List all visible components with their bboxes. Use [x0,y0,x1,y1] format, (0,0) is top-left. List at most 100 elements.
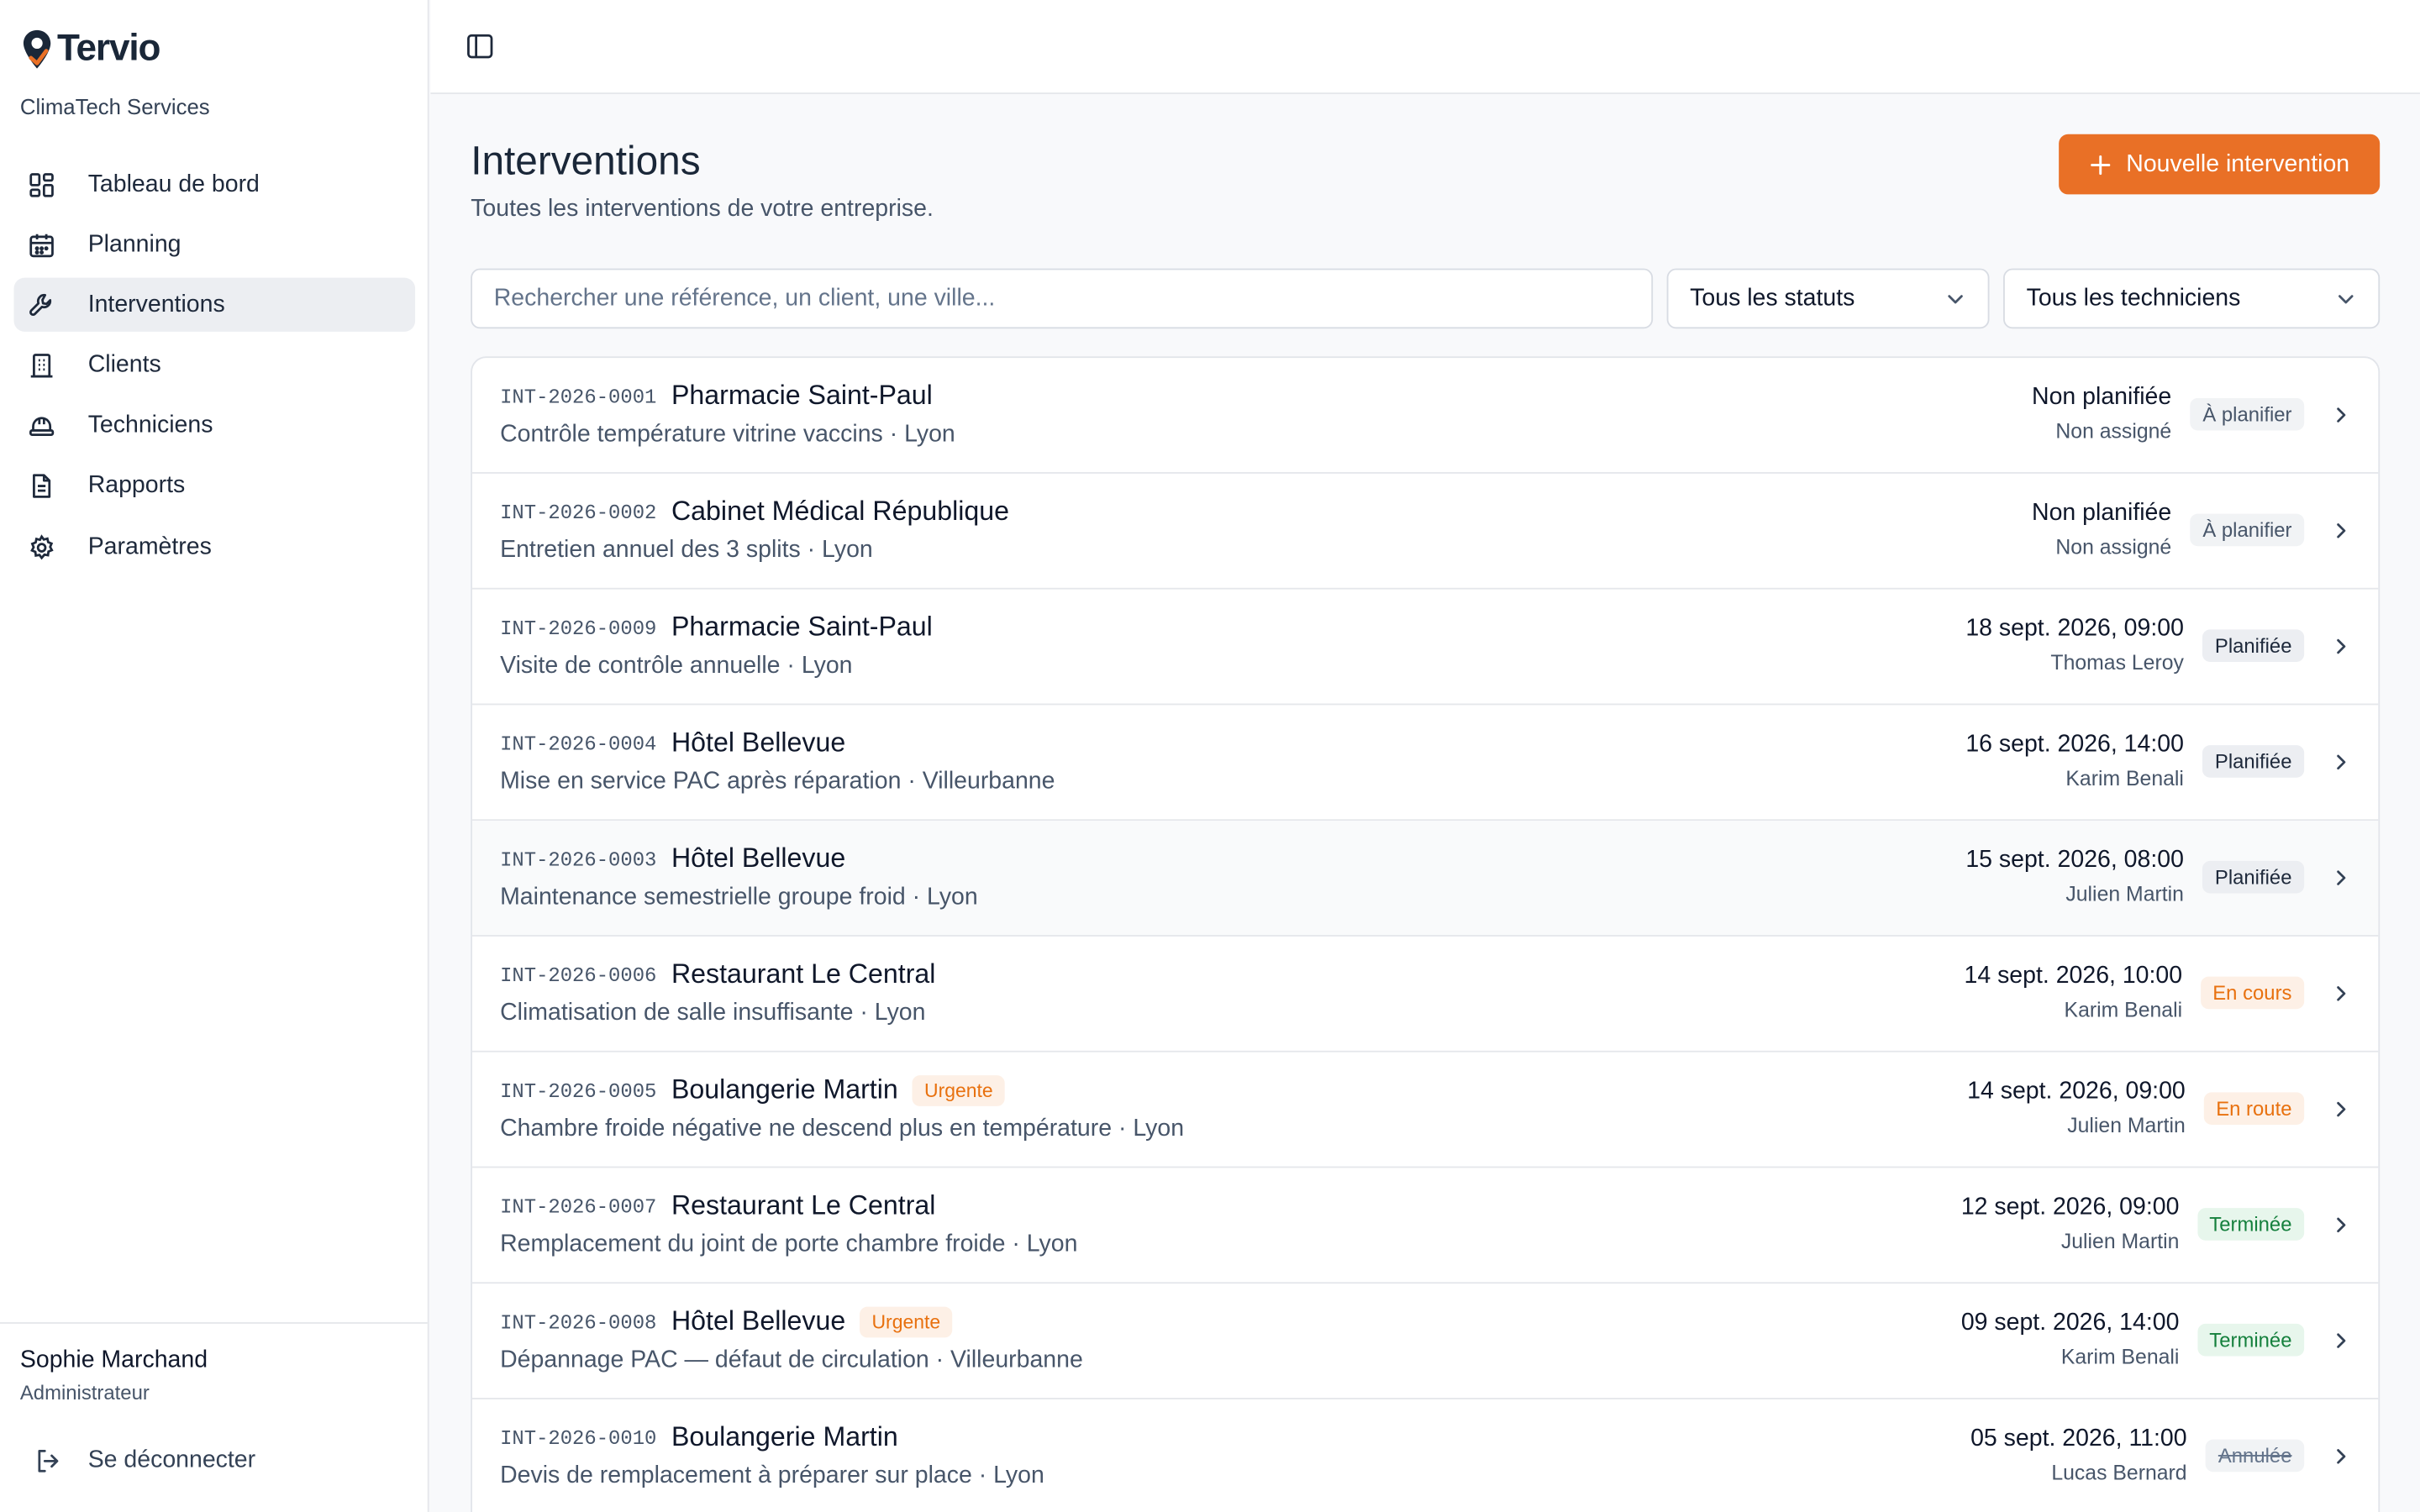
new-intervention-label: Nouvelle intervention [2126,150,2350,177]
intervention-date: Non planifiée [2032,384,2172,411]
intervention-client: Hôtel Bellevue [671,727,845,759]
page-title: Interventions [471,137,701,184]
sidebar-item-planning[interactable]: Planning [14,218,416,271]
status-badge: À planifier [2190,397,2305,431]
intervention-row[interactable]: INT-2026-0002 Cabinet Médical République… [472,474,2379,590]
intervention-technician: Karim Benali [2065,766,2184,790]
client-name: Hôtel Bellevue [671,1305,846,1336]
client-name: Hôtel Bellevue [671,842,846,874]
intervention-ref: INT-2026-0004 [500,732,657,756]
intervention-technician: Lucas Bernard [2051,1461,2187,1484]
chevron-right-icon [2337,1217,2346,1233]
intervention-description: Climatisation de salle insuffisante · Ly… [500,1000,926,1026]
status-badge: À planifier [2190,513,2305,547]
intervention-client: Hôtel Bellevue [671,843,845,875]
intervention-description: Mise en service PAC après réparation · V… [500,768,1055,795]
intervention-client: Pharmacie Saint-Paul [671,611,933,643]
calendar-icon [29,234,54,257]
intervention-ref: INT-2026-0003 [500,848,657,872]
intervention-ref: INT-2026-0009 [500,617,657,641]
building-icon [30,354,53,378]
status-filter-select[interactable]: Tous les statuts [1666,268,1990,329]
intervention-description: Maintenance semestrielle groupe froid · … [500,884,978,911]
sidebar-item-clients[interactable]: Clients [14,339,416,392]
logout-button[interactable]: Se déconnecter [20,1438,255,1484]
new-intervention-button[interactable]: Nouvelle intervention [2059,134,2381,195]
intervention-row[interactable]: INT-2026-0003 Hôtel Bellevue Maintenance… [472,821,2379,937]
intervention-description: Dépannage PAC — défaut de circulation · … [500,1347,1083,1373]
intervention-client: Hôtel Bellevue Urgente [671,1305,953,1338]
intervention-date: 12 sept. 2026, 09:00 [1960,1194,2180,1221]
sidebar-item-label: Tableau de bord [87,170,260,197]
intervention-date: Non planifiée [2032,500,2172,527]
intervention-client: Boulangerie Martin [671,1421,898,1454]
sidebar-item-interventions[interactable]: Interventions [13,278,416,333]
intervention-client: Cabinet Médical République [671,496,1009,528]
logout-label: Se déconnecter [87,1446,256,1474]
hard-hat-icon [29,417,55,437]
intervention-row[interactable]: INT-2026-0006 Restaurant Le Central Clim… [472,937,2379,1053]
search-input[interactable] [471,268,1654,329]
intervention-row[interactable]: INT-2026-0001 Pharmacie Saint-Paul Contr… [472,358,2379,474]
chevron-right-icon [2337,1101,2346,1117]
intervention-ref: INT-2026-0001 [500,386,657,409]
sidebar-item-parametres[interactable]: Paramètres [14,520,416,574]
technician-filter-select[interactable]: Tous les techniciens [2003,268,2381,329]
chevron-right-icon [2337,1449,2346,1464]
intervention-technician: Non assigné [2055,535,2172,559]
intervention-row[interactable]: INT-2026-0007 Restaurant Le Central Remp… [472,1168,2379,1284]
intervention-ref: INT-2026-0005 [500,1079,657,1104]
sidebar-item-label: Rapports [87,472,186,500]
intervention-row[interactable]: INT-2026-0009 Pharmacie Saint-Paul Visit… [472,590,2379,706]
intervention-date: 15 sept. 2026, 08:00 [1965,847,2184,874]
intervention-description: Chambre froide négative ne descend plus … [500,1115,1185,1142]
intervention-ref: INT-2026-0007 [500,1195,657,1219]
interventions-list: INT-2026-0001 Pharmacie Saint-Paul Contr… [471,356,2381,1512]
plus-icon [2090,155,2110,175]
chevron-right-icon [2337,407,2346,423]
intervention-technician: Julien Martin [2067,1114,2186,1137]
intervention-description: Contrôle température vitrine vaccins · L… [500,421,955,448]
intervention-row[interactable]: INT-2026-0004 Hôtel Bellevue Mise en ser… [472,705,2379,822]
chevron-down-icon [1948,294,1963,303]
urgent-badge: Urgente [912,1074,1006,1105]
intervention-client: Restaurant Le Central [671,1189,935,1222]
document-icon [33,475,51,499]
chevron-right-icon [2337,638,2346,654]
brand-logo[interactable]: Tervio [20,28,160,71]
sidebar-item-label: Techniciens [87,412,213,439]
sidebar-item-rapports[interactable]: Rapports [14,459,416,513]
wrench-icon [29,293,52,316]
intervention-technician: Karim Benali [2060,1345,2180,1369]
company-name: ClimaTech Services [19,94,210,119]
intervention-ref: INT-2026-0002 [500,501,657,525]
status-badge: Planifiée [2202,629,2305,662]
intervention-technician: Julien Martin [2065,882,2184,906]
client-name: Restaurant Le Central [671,958,936,990]
sidebar-item-techniciens[interactable]: Techniciens [14,399,416,453]
status-badge: En route [2203,1092,2305,1125]
intervention-client: Restaurant Le Central [671,958,935,991]
page-subtitle: Toutes les interventions de votre entrep… [471,196,934,223]
status-badge: Annulée [2206,1439,2305,1473]
user-name: Sophie Marchand [19,1347,208,1373]
intervention-date: 05 sept. 2026, 11:00 [1970,1425,2187,1452]
intervention-date: 18 sept. 2026, 09:00 [1965,615,2184,643]
client-name: Cabinet Médical République [671,495,1010,527]
sidebar-item-label: Planning [87,230,182,258]
brand-name: Tervio [56,28,161,70]
sidebar-item-label: Interventions [87,291,225,318]
intervention-description: Entretien annuel des 3 splits · Lyon [500,537,873,564]
intervention-row[interactable]: INT-2026-0005 Boulangerie Martin Urgente … [472,1053,2379,1168]
sidebar-item-tableau-de-bord[interactable]: Tableau de bord [14,157,416,211]
topbar [430,0,2420,95]
sidebar-toggle-icon[interactable] [465,31,496,62]
intervention-date: 09 sept. 2026, 14:00 [1960,1310,2180,1336]
intervention-row[interactable]: INT-2026-0010 Boulangerie Martin Devis d… [472,1399,2378,1512]
intervention-description: Devis de remplacement à préparer sur pla… [500,1462,1044,1489]
intervention-row[interactable]: INT-2026-0008 Hôtel Bellevue Urgente Dépa… [472,1284,2379,1399]
client-name: Pharmacie Saint-Paul [671,611,933,643]
status-badge: En cours [2200,976,2305,1010]
intervention-ref: INT-2026-0008 [500,1311,657,1335]
technician-filter-value: Tous les techniciens [2026,284,2241,312]
